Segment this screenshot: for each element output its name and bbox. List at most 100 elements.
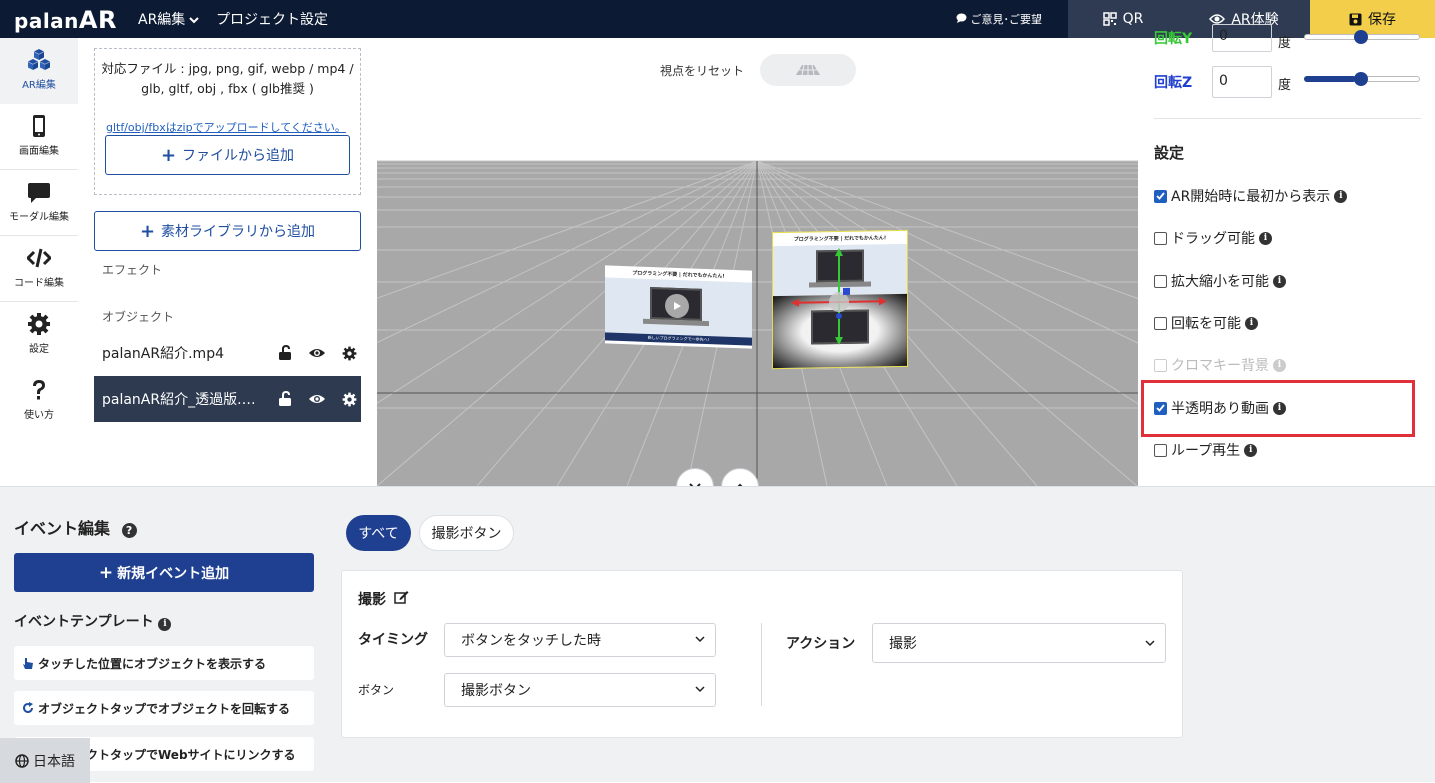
chevron-down-icon — [189, 17, 200, 24]
filter-shutter-button[interactable]: 撮影ボタン — [419, 515, 514, 551]
rotation-y-label: 回転Y — [1154, 31, 1193, 47]
info-icon[interactable]: i — [1244, 443, 1258, 457]
checkbox-checked[interactable] — [1154, 189, 1167, 203]
rotation-y-slider-thumb[interactable] — [1354, 30, 1368, 44]
comment-icon — [28, 183, 50, 203]
chevron-down-icon — [695, 686, 705, 693]
rotate-icon — [23, 702, 33, 713]
effect-section-label: エフェクト — [102, 263, 163, 277]
3d-scene-grid — [377, 160, 1138, 486]
object-name: palanAR紹介.mp4 — [102, 346, 224, 362]
checkbox[interactable] — [1154, 443, 1167, 457]
add-from-file-button[interactable]: + ファイルから追加 — [105, 135, 350, 175]
eye-icon[interactable] — [306, 389, 330, 409]
plus-icon: + — [98, 562, 114, 583]
video-object-2-selected[interactable]: プログラミング不要 | だれでもかんたん! — [772, 229, 908, 370]
unlock-icon[interactable] — [274, 389, 298, 409]
unlock-icon[interactable] — [274, 343, 298, 363]
qrcode-icon — [1102, 12, 1117, 26]
action-select[interactable]: 撮影 — [872, 623, 1166, 663]
gear-icon[interactable] — [337, 343, 361, 363]
info-icon[interactable]: i — [1273, 274, 1286, 288]
checkbox-checked[interactable] — [1154, 401, 1167, 415]
button-label: ボタン — [358, 683, 395, 697]
button-select[interactable]: 撮影ボタン — [444, 673, 716, 707]
chevron-down-icon — [1145, 640, 1155, 647]
rotation-z-label: 回転Z — [1154, 75, 1193, 91]
rotation-z-slider-thumb[interactable] — [1354, 72, 1368, 86]
info-icon[interactable]: i — [1273, 401, 1286, 415]
zip-upload-link[interactable]: gltf/obj/fbxはzipでアップロードしてください。 — [106, 119, 346, 135]
nav-code-edit[interactable]: コード編集 — [0, 236, 78, 302]
feedback-link[interactable]: ご意見･ご要望 — [956, 11, 1042, 27]
gear-icon[interactable] — [337, 389, 361, 409]
rotation-z-slider-fill — [1304, 76, 1356, 82]
option-show-on-start[interactable]: AR開始時に最初から表示 i — [1154, 185, 1348, 207]
gear-icon — [28, 313, 50, 335]
play-icon[interactable] — [665, 293, 689, 319]
degree-label: 度 — [1278, 36, 1292, 51]
object-name: palanAR紹介_透過版.mp4 — [102, 392, 266, 408]
nav-help[interactable]: 使い方 — [0, 368, 78, 486]
nav-ar-edit[interactable]: AR編集 — [0, 38, 78, 104]
mobile-icon — [33, 115, 45, 137]
option-draggable[interactable]: ドラッグ可能 i — [1154, 227, 1272, 249]
plus-icon: + — [139, 220, 156, 242]
eye-icon[interactable] — [306, 343, 330, 363]
nav-modal-edit[interactable]: モーダル編集 — [0, 170, 78, 236]
object-row-selected[interactable]: palanAR紹介_透過版.mp4 — [94, 376, 361, 422]
palanar-logo[interactable]: palanAR — [14, 6, 117, 34]
checkbox[interactable] — [1154, 274, 1167, 288]
info-icon[interactable]: i — [158, 618, 172, 631]
divider — [761, 623, 762, 706]
settings-title: 設定 — [1154, 144, 1185, 162]
option-loop-playback[interactable]: ループ再生 i — [1154, 439, 1258, 461]
save-button[interactable]: 保存 — [1310, 0, 1435, 38]
add-from-library-button[interactable]: + 素材ライブラリから追加 — [94, 211, 361, 251]
comment-icon — [956, 13, 967, 23]
option-rotatable[interactable]: 回転を可能 i — [1154, 312, 1258, 334]
menu-ar-edit[interactable]: AR編集 — [138, 9, 200, 29]
info-icon[interactable]: i — [1334, 189, 1348, 203]
template-rotate-on-tap[interactable]: オブジェクトタップでオブジェクトを回転する — [14, 691, 314, 725]
event-template-title: イベントテンプレート i — [14, 611, 172, 631]
action-label: アクション — [786, 636, 856, 652]
event-card-title: 撮影 — [358, 589, 409, 609]
checkbox[interactable] — [1154, 231, 1167, 245]
globe-icon — [15, 753, 29, 768]
degree-label: 度 — [1278, 78, 1292, 93]
object-row[interactable]: palanAR紹介.mp4 — [94, 330, 361, 376]
divider — [1154, 118, 1421, 119]
chevron-down-icon — [695, 636, 705, 643]
option-chroma-key: クロマキー背景 i — [1154, 354, 1286, 376]
nav-screen-edit[interactable]: 画面編集 — [0, 104, 78, 170]
rotation-z-input[interactable]: 0 — [1212, 66, 1272, 98]
supported-files-text: 対応ファイル : jpg, png, gif, webp / mp4 / glb… — [101, 61, 354, 96]
info-icon[interactable]: i — [1245, 316, 1258, 330]
transform-gizmo[interactable] — [773, 231, 907, 368]
3d-viewport[interactable]: 視点をリセット プログラミング不要 | だれでもかんたん! 新しいプログラミング… — [377, 38, 1138, 486]
cubes-icon — [28, 49, 50, 70]
floppy-disk-icon — [1349, 13, 1362, 25]
option-translucent-video[interactable]: 半透明あり動画 i — [1154, 397, 1286, 419]
asset-panel: 対応ファイル : jpg, png, gif, webp / mp4 / glb… — [78, 38, 377, 486]
add-event-button[interactable]: + 新規イベント追加 — [14, 553, 314, 592]
rotation-y-input[interactable]: 0 — [1212, 24, 1272, 52]
template-show-at-touch[interactable]: タッチした位置にオブジェクトを表示する — [14, 646, 314, 680]
file-drop-zone[interactable]: 対応ファイル : jpg, png, gif, webp / mp4 / glb… — [94, 48, 361, 195]
nav-settings[interactable]: 設定 — [0, 302, 78, 368]
edit-icon[interactable] — [394, 590, 409, 604]
filter-all[interactable]: すべて — [346, 515, 411, 551]
properties-panel: 回転Y 0 度 回転Z 0 度 設定 AR開始時に最初から表示 i ドラッグ可能 i… — [1138, 24, 1435, 486]
event-editor-title: イベント編集 ? — [14, 515, 137, 539]
checkbox-disabled — [1154, 358, 1167, 372]
timing-select[interactable]: ボタンをタッチした時 — [444, 623, 716, 657]
checkbox[interactable] — [1154, 316, 1167, 330]
help-circle-icon[interactable]: ? — [121, 523, 137, 538]
option-scalable[interactable]: 拡大縮小を可能 i — [1154, 270, 1286, 292]
language-switcher[interactable]: 日本語 — [0, 738, 90, 783]
info-icon[interactable]: i — [1259, 231, 1272, 245]
menu-project-settings[interactable]: プロジェクト設定 — [216, 9, 328, 29]
video-object-1[interactable]: プログラミング不要 | だれでもかんたん! 新しいプログラミングで一歩先へ! — [605, 265, 752, 349]
event-editor: イベント編集 ? + 新規イベント追加 イベントテンプレート i タッチした位置… — [0, 486, 1435, 783]
